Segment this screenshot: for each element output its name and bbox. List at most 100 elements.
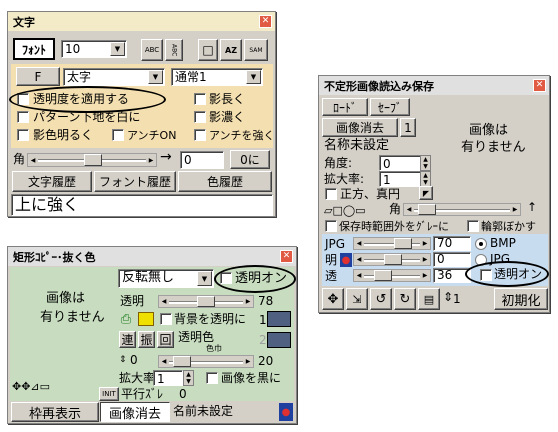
up-down-icon[interactable]: ⇕ <box>119 353 127 368</box>
square-circle-checkbox[interactable] <box>325 188 337 200</box>
pattern-checkbox[interactable] <box>17 111 29 123</box>
arrow-left-icon[interactable]: ◀ <box>404 204 414 215</box>
arrow-left-icon[interactable]: ◀ <box>354 238 364 249</box>
text-input[interactable]: 上に強く <box>11 194 273 216</box>
abc-vertical-button[interactable]: ABC <box>165 39 183 61</box>
rotate-right-button[interactable]: ↻ <box>394 288 416 310</box>
close-icon[interactable]: ✕ <box>533 79 546 92</box>
jpg-radio[interactable] <box>475 254 487 266</box>
arrow-left-icon[interactable]: ◀ <box>159 356 169 367</box>
chevron-down-icon[interactable]: ▼ <box>110 42 125 56</box>
slider-thumb[interactable] <box>173 356 191 367</box>
font-history-button[interactable]: フォント履歴 <box>94 171 176 192</box>
shape-icons[interactable]: ▱□◯▭ <box>324 203 366 218</box>
transparency-input[interactable]: 36 <box>433 268 471 283</box>
grey-outside-checkbox[interactable] <box>325 220 337 232</box>
close-icon[interactable]: ✕ <box>259 15 272 28</box>
anti-on-checkbox[interactable] <box>112 129 124 141</box>
move-icons[interactable]: ✥✥⊿▭ <box>12 379 50 394</box>
color-swatch-2[interactable] <box>267 332 291 348</box>
page-number-button[interactable]: 1 <box>400 118 416 137</box>
font-size-select[interactable]: 10 ▼ <box>61 40 127 58</box>
slider-thumb[interactable] <box>197 296 215 307</box>
angle-input[interactable]: 0 <box>379 155 421 171</box>
blur-edge-checkbox[interactable] <box>467 220 479 232</box>
folder-icon[interactable] <box>138 312 154 326</box>
person-icon[interactable]: ● <box>279 403 293 421</box>
load-button[interactable]: ﾛｰﾄﾞ <box>322 98 368 116</box>
corner-slider[interactable]: ◀ ▶ <box>403 203 521 216</box>
mode-select[interactable]: 通常1 ▼ <box>171 68 263 86</box>
f-button[interactable]: F <box>16 67 60 86</box>
dark-shadow-checkbox[interactable] <box>194 111 206 123</box>
rotate-left-button[interactable]: ↺ <box>370 288 392 310</box>
slider-thumb[interactable] <box>394 238 412 249</box>
furi-button[interactable]: 振 <box>138 331 155 348</box>
slider-thumb[interactable] <box>418 204 436 215</box>
slider-thumb[interactable] <box>374 270 392 281</box>
arrow-right-icon[interactable]: ▶ <box>420 254 430 265</box>
style-select[interactable]: 太字 ▼ <box>63 68 165 86</box>
sam-button[interactable]: SAM <box>244 39 268 61</box>
anti-strong-checkbox[interactable] <box>194 129 206 141</box>
black-image-checkbox[interactable] <box>206 372 218 384</box>
arrow-right-icon[interactable]: ▶ <box>146 154 156 166</box>
color-swatch-1[interactable] <box>267 311 291 327</box>
angle-input[interactable]: 0 <box>180 151 224 169</box>
arrow-left-icon[interactable]: ◀ <box>354 270 364 281</box>
person-icon[interactable]: ● <box>340 253 352 267</box>
arrow-right-icon[interactable]: ▶ <box>510 204 520 215</box>
shadow-bright-checkbox[interactable] <box>17 129 29 141</box>
clear-image-button[interactable]: 画像消去 <box>100 402 170 422</box>
initialize-button[interactable]: 初期化 <box>494 288 548 310</box>
chevron-down-icon[interactable]: ▼ <box>246 70 261 84</box>
clear-image-button[interactable]: 画像消去 <box>322 118 398 137</box>
angle-spinner[interactable]: ▲ ▼ <box>420 155 431 171</box>
document-icon[interactable]: ▤ <box>418 288 440 310</box>
transparency-on-checkbox[interactable] <box>220 272 232 284</box>
arrow-left-icon[interactable]: ◀ <box>28 154 38 166</box>
jpg-quality-slider[interactable]: ◀ ▶ <box>353 237 431 250</box>
flip-select[interactable]: 反転無し ▼ <box>118 269 214 288</box>
box-button[interactable]: □ <box>198 39 218 61</box>
zoom-input[interactable]: 1 <box>379 171 421 187</box>
abc-horizontal-button[interactable]: ABC <box>141 39 163 61</box>
arrow-right-icon[interactable]: ▶ <box>420 238 430 249</box>
slider-thumb[interactable] <box>84 154 102 166</box>
corner-tool-button[interactable]: ◤ <box>419 186 433 200</box>
transparency-on-checkbox[interactable] <box>480 269 492 281</box>
arrow-right-icon[interactable]: ▶ <box>420 270 430 281</box>
reset-zero-button[interactable]: 0に <box>230 150 270 169</box>
move-button[interactable]: ✥ <box>322 288 344 310</box>
brightness-slider[interactable]: ◀ ▶ <box>353 253 431 266</box>
kai-button[interactable]: 回 <box>157 331 174 348</box>
ren-button[interactable]: 連 <box>119 331 136 348</box>
shrink-button[interactable]: ⇲ <box>346 288 368 310</box>
chevron-down-icon[interactable]: ▼ <box>148 70 163 84</box>
color-range-slider[interactable]: ◀ ▶ <box>158 355 254 368</box>
transparency-slider[interactable]: ◀ ▶ <box>353 269 431 282</box>
bmp-radio[interactable] <box>475 238 487 250</box>
redraw-frame-button[interactable]: 枠再表示 <box>11 402 99 422</box>
angle-slider[interactable]: ◀ ▶ <box>27 153 157 167</box>
jpg-quality-input[interactable]: 70 <box>433 236 471 251</box>
transparency-slider[interactable]: ◀ ▶ <box>158 295 254 308</box>
up-down-icon[interactable]: ⇕ <box>443 290 453 305</box>
zoom-spinner[interactable]: ▲ ▼ <box>420 171 431 187</box>
zoom-spinner[interactable]: ▲ ▼ <box>183 370 194 386</box>
transparency-checkbox[interactable] <box>17 93 29 105</box>
slider-thumb[interactable] <box>384 254 402 265</box>
color-history-button[interactable]: 色履歴 <box>178 171 272 192</box>
save-button[interactable]: ｾｰﾌﾞ <box>370 98 410 116</box>
az-button[interactable]: AZ <box>220 39 242 61</box>
chevron-down-icon[interactable]: ▼ <box>197 271 212 286</box>
close-icon[interactable]: ✕ <box>280 250 293 263</box>
font-button[interactable]: ﾌｫﾝﾄ <box>13 38 55 60</box>
brightness-input[interactable]: 0 <box>433 252 471 267</box>
bg-transparent-checkbox[interactable] <box>160 313 172 325</box>
text-history-button[interactable]: 文字履歴 <box>12 171 92 192</box>
arrow-right-icon[interactable]: ▶ <box>243 356 253 367</box>
printer-icon[interactable]: ⎙ <box>118 311 134 327</box>
long-shadow-checkbox[interactable] <box>194 93 206 105</box>
zoom-input[interactable]: 1 <box>153 370 183 386</box>
